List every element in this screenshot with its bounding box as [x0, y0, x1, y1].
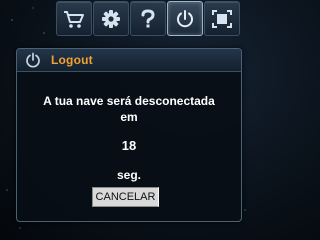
cancel-button[interactable]: CANCELAR	[92, 187, 159, 207]
help-icon	[140, 8, 156, 29]
shop-button[interactable]	[56, 1, 92, 36]
settings-button[interactable]	[93, 1, 129, 36]
power-icon	[175, 9, 195, 29]
fullscreen-button[interactable]	[204, 1, 240, 36]
disconnect-message-continued: em	[120, 110, 138, 124]
logout-button[interactable]	[167, 1, 203, 36]
top-toolbar	[56, 1, 240, 38]
gear-icon	[101, 9, 121, 29]
dialog-header: Logout	[17, 49, 241, 72]
countdown-unit: seg.	[116, 168, 141, 182]
power-icon	[25, 52, 41, 68]
cart-icon	[63, 9, 85, 29]
fullscreen-icon	[212, 9, 232, 28]
countdown-value: 18	[121, 138, 137, 153]
dialog-title: Logout	[51, 53, 93, 67]
help-button[interactable]	[130, 1, 166, 36]
logout-dialog: Logout A tua nave será desconectada em 1…	[16, 48, 242, 222]
dialog-body: A tua nave será desconectada em 18 seg. …	[17, 72, 241, 221]
disconnect-message: A tua nave será desconectada	[43, 94, 215, 108]
